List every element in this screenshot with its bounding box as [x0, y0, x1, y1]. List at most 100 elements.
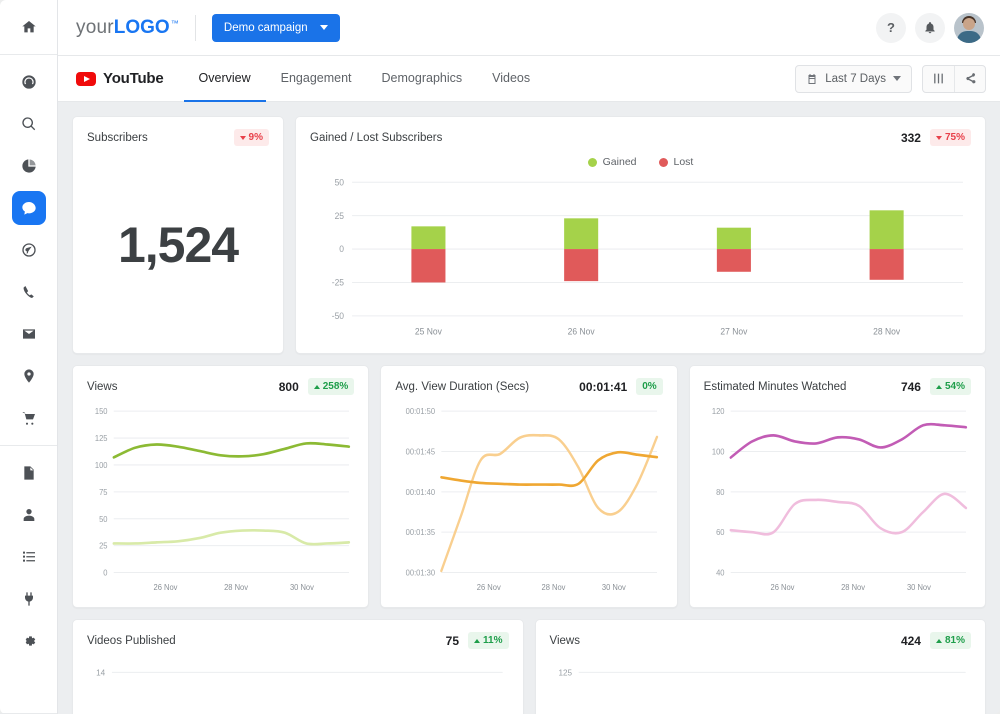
card-subscribers-title: Subscribers [87, 132, 148, 144]
sidebar-group-main [0, 55, 57, 445]
card-subscribers-badge-value: 9% [249, 132, 263, 143]
sidebar-item-tasks[interactable] [12, 540, 46, 574]
list-icon [21, 549, 37, 565]
dashboard-content: Subscribers 9% 1,524 Gained / Lost Subsc… [58, 102, 1000, 714]
card-views-bottom-title: Views [550, 635, 580, 647]
plug-icon [21, 591, 37, 607]
svg-text:25 Nov: 25 Nov [415, 326, 443, 336]
svg-text:26 Nov: 26 Nov [477, 582, 502, 592]
card-avg-duration-title: Avg. View Duration (Secs) [395, 381, 529, 393]
card-videos-published-badge: 11% [468, 632, 508, 649]
chart-avg-duration: 00:01:5000:01:4500:01:4000:01:3500:01:30… [395, 403, 662, 597]
sidebar-item-reports[interactable] [12, 456, 46, 490]
chart-gained-lost: 50250-25-5025 Nov26 Nov27 Nov28 Nov [310, 176, 971, 343]
svg-text:100: 100 [95, 461, 108, 471]
card-minutes-watched-title: Estimated Minutes Watched [704, 381, 847, 393]
sidebar-item-calls[interactable] [12, 275, 46, 309]
display-settings-button[interactable] [923, 66, 954, 92]
card-views-title: Views [87, 381, 117, 393]
svg-text:80: 80 [716, 487, 725, 497]
card-views-bottom-badge-value: 81% [945, 635, 965, 646]
card-views-badge: 258% [308, 378, 355, 395]
sidebar-item-account[interactable] [12, 498, 46, 532]
toolbar-icon-group [922, 65, 986, 93]
card-videos-published-title: Videos Published [87, 635, 176, 647]
sidebar-item-analytics[interactable] [12, 149, 46, 183]
tab-overview[interactable]: Overview [184, 56, 266, 102]
card-subscribers-header: Subscribers 9% [87, 129, 269, 146]
svg-text:75: 75 [99, 487, 108, 497]
play-triangle-icon [84, 76, 90, 82]
svg-text:125: 125 [95, 434, 108, 444]
share-button[interactable] [954, 66, 985, 92]
avatar[interactable] [954, 13, 984, 43]
sidebar-item-search[interactable] [12, 107, 46, 141]
tab-engagement[interactable]: Engagement [266, 56, 367, 102]
sidebar-item-messages[interactable] [12, 191, 46, 225]
chevron-down-icon [893, 76, 901, 81]
share-icon [964, 72, 977, 85]
date-range-selector[interactable]: Last 7 Days [795, 65, 912, 93]
card-gained-lost-badge-value: 75% [945, 132, 965, 143]
svg-text:-50: -50 [332, 311, 344, 321]
arrow-down-icon [240, 136, 246, 140]
main-region: yourLOGO™ Demo campaign ? [58, 0, 1000, 714]
svg-text:-25: -25 [332, 277, 344, 287]
svg-text:50: 50 [335, 177, 345, 187]
card-minutes-watched-metrics: 746 54% [901, 378, 971, 395]
top-bar: yourLOGO™ Demo campaign ? [58, 0, 1000, 56]
tab-demographics[interactable]: Demographics [367, 56, 478, 102]
megaphone-icon [21, 242, 37, 258]
row-top: Subscribers 9% 1,524 Gained / Lost Subsc… [72, 116, 986, 354]
shopping-cart-icon [21, 410, 37, 426]
card-views-metrics: 800 258% [279, 378, 355, 395]
arrow-down-icon [936, 136, 942, 140]
svg-text:25: 25 [99, 541, 108, 551]
svg-text:28 Nov: 28 Nov [841, 582, 866, 592]
sidebar-item-dashboard[interactable] [12, 65, 46, 99]
card-videos-published-badge-value: 11% [483, 635, 502, 646]
card-subscribers-value: 1,524 [87, 146, 269, 343]
svg-text:0: 0 [339, 244, 344, 254]
arrow-up-icon [314, 385, 320, 389]
legend-item-lost: Lost [659, 156, 694, 168]
campaign-selector[interactable]: Demo campaign [212, 14, 340, 42]
sidebar-item-ecommerce[interactable] [12, 401, 46, 435]
sidebar-group-secondary [0, 446, 57, 668]
sidebar-item-locations[interactable] [12, 359, 46, 393]
document-icon [21, 465, 37, 481]
card-minutes-watched: Estimated Minutes Watched 746 54% 120100… [689, 365, 986, 608]
sidebar-item-email[interactable] [12, 317, 46, 351]
svg-text:25: 25 [335, 211, 345, 221]
card-avg-duration-badge: 0% [636, 378, 662, 395]
tab-videos[interactable]: Videos [477, 56, 545, 102]
svg-text:0: 0 [103, 568, 108, 578]
sidebar-item-settings[interactable] [12, 624, 46, 658]
card-videos-published: Videos Published 75 11% 14 [72, 619, 524, 714]
tab-videos-label: Videos [492, 71, 530, 85]
notifications-button[interactable] [915, 13, 945, 43]
card-views-bottom-header: Views 424 81% [550, 632, 972, 649]
card-views-badge-value: 258% [323, 381, 349, 392]
card-gained-lost-metrics: 332 75% [901, 129, 971, 146]
sidebar-item-home[interactable] [12, 10, 46, 44]
svg-text:27 Nov: 27 Nov [720, 326, 748, 336]
svg-text:30 Nov: 30 Nov [907, 582, 932, 592]
card-views: Views 800 258% 150125100755025026 Nov28 … [72, 365, 369, 608]
svg-text:28 Nov: 28 Nov [542, 582, 567, 592]
logo-bold: LOGO [114, 17, 170, 39]
legend-dot-gained [588, 158, 597, 167]
gear-icon [21, 633, 37, 649]
card-minutes-watched-badge-value: 54% [945, 381, 965, 392]
sidebar-item-integrations[interactable] [12, 582, 46, 616]
sidebar-item-campaigns[interactable] [12, 233, 46, 267]
svg-text:150: 150 [95, 407, 108, 417]
legend-label-lost: Lost [674, 156, 694, 168]
card-avg-duration: Avg. View Duration (Secs) 00:01:41 0% 00… [380, 365, 677, 608]
bell-icon [923, 21, 937, 35]
card-subscribers: Subscribers 9% 1,524 [72, 116, 284, 354]
help-button[interactable]: ? [876, 13, 906, 43]
svg-text:50: 50 [99, 514, 108, 524]
svg-text:00:01:40: 00:01:40 [406, 487, 436, 497]
location-pin-icon [21, 368, 37, 384]
